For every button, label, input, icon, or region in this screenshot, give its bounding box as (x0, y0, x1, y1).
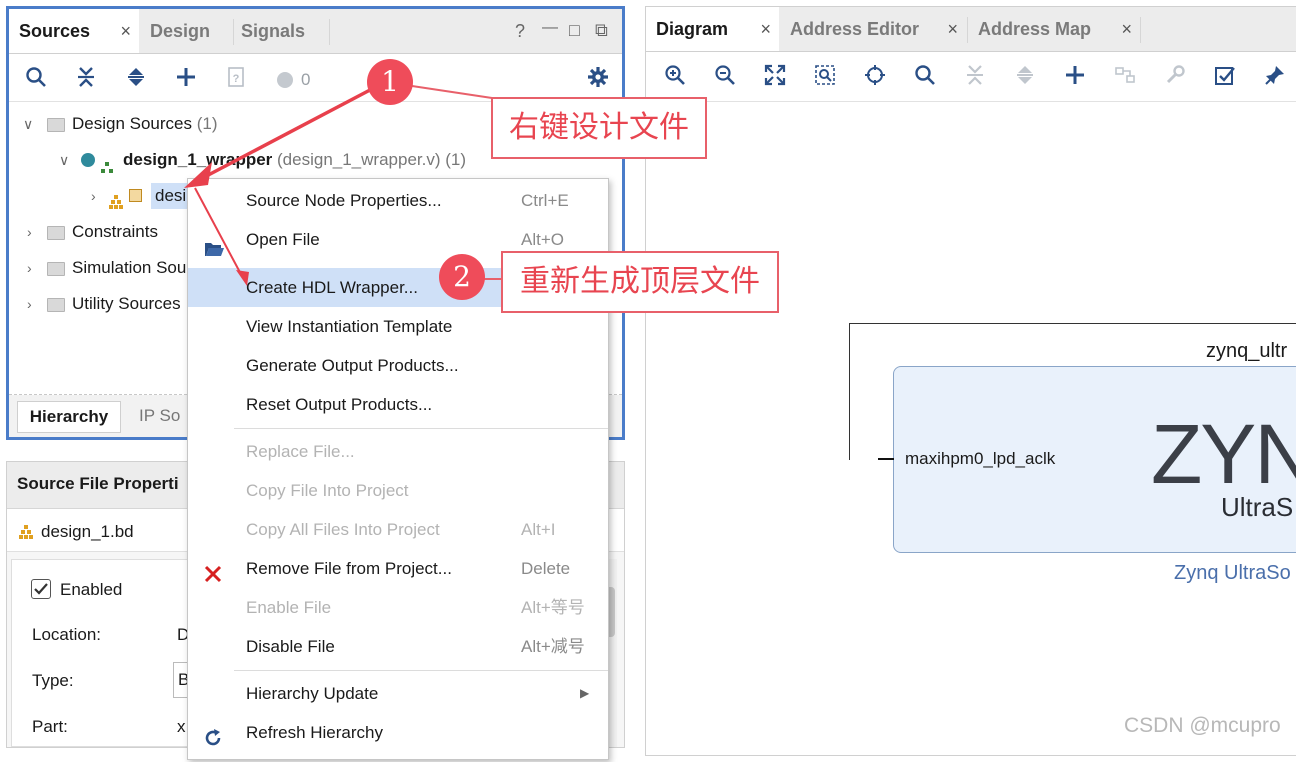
arrow-head-1 (184, 162, 212, 188)
arrow-to-menu (194, 187, 244, 279)
step-1-badge: 1 (367, 59, 413, 105)
step-2-badge: 2 (439, 254, 485, 300)
step-2-callout: 重新生成顶层文件 (501, 251, 779, 313)
step-1-callout: 右键设计文件 (491, 97, 707, 159)
watermark: CSDN @mcupro (1124, 714, 1281, 737)
callout-leader-1 (411, 85, 493, 99)
arrow-head-2 (236, 270, 249, 286)
arrow-to-file (194, 88, 371, 184)
